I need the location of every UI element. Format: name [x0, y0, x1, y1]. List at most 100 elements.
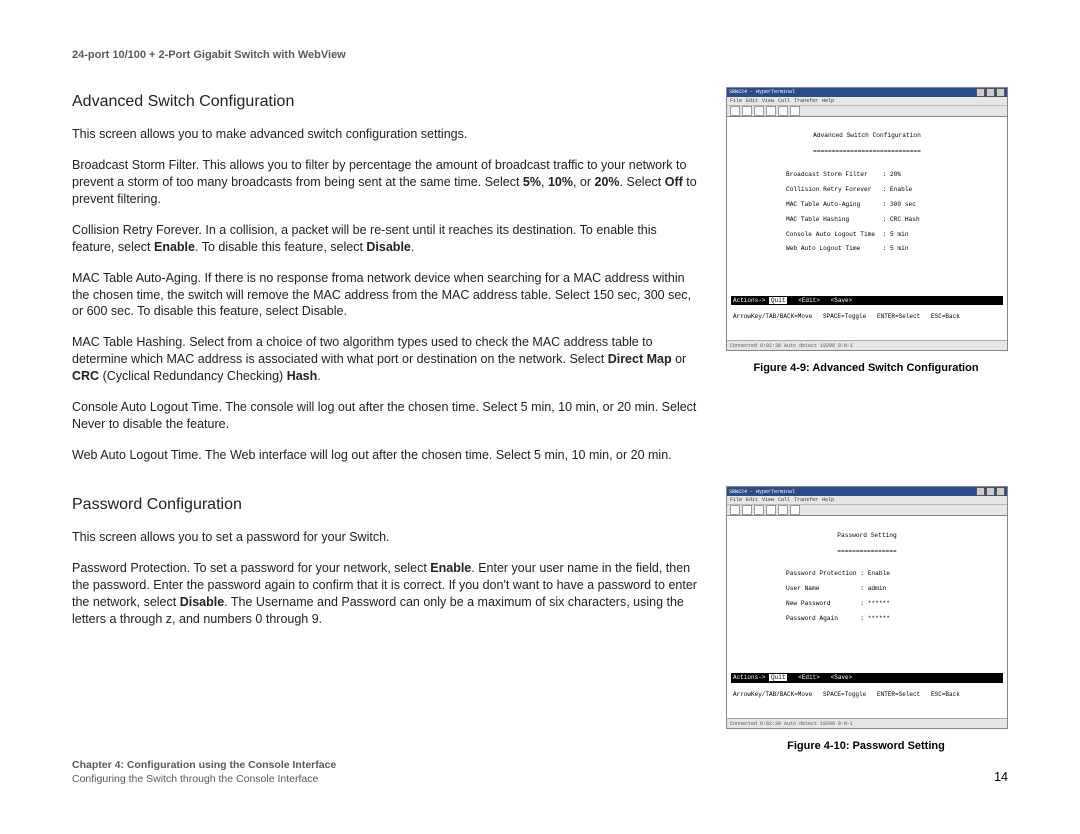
- window-title: SRW224 - HyperTerminal: [729, 89, 795, 95]
- menu-item: View: [762, 98, 774, 104]
- terminal-heading: Password Setting: [731, 532, 1003, 539]
- text: ,: [541, 175, 548, 189]
- figure-caption: Figure 4-10: Password Setting: [726, 739, 1006, 754]
- maximize-icon: [986, 88, 995, 97]
- hint-bar: ArrowKey/TAB/BACK=Move SPACE=Toggle ENTE…: [731, 690, 1003, 699]
- tool-icon: [754, 106, 764, 116]
- menu-item: Call: [778, 497, 790, 503]
- tool-icon: [730, 505, 740, 515]
- adv-p3: Collision Retry Forever. In a collision,…: [72, 222, 702, 256]
- pw-p2: Password Protection. To set a password f…: [72, 560, 702, 628]
- tool-icon: [790, 106, 800, 116]
- content-row: Advanced Switch Configuration This scree…: [72, 87, 1008, 784]
- minimize-icon: [976, 487, 985, 496]
- bold-text: 20%: [595, 175, 620, 189]
- heading-advanced: Advanced Switch Configuration: [72, 91, 702, 113]
- tool-icon: [778, 106, 788, 116]
- close-icon: [996, 88, 1005, 97]
- config-row: Web Auto Logout Time : 5 min: [731, 245, 1003, 252]
- action-bar: Actions-> Quit <Edit> <Save>: [731, 673, 1003, 682]
- menu-item: Help: [822, 98, 834, 104]
- menu-item: Help: [822, 497, 834, 503]
- footer-left: Chapter 4: Configuration using the Conso…: [72, 758, 336, 786]
- pw-p1: This screen allows you to set a password…: [72, 529, 702, 546]
- window-titlebar: SRW224 - HyperTerminal: [727, 88, 1007, 97]
- config-row: MAC Table Hashing : CRC Hash: [731, 216, 1003, 223]
- menu-item: View: [762, 497, 774, 503]
- text: .: [317, 369, 320, 383]
- hint-bar: ArrowKey/TAB/BACK=Move SPACE=Toggle ENTE…: [731, 312, 1003, 321]
- window-titlebar: SRW224 - HyperTerminal: [727, 487, 1007, 496]
- action-bar: Actions-> Quit <Edit> <Save>: [731, 296, 1003, 305]
- config-row: Password Protection : Enable: [731, 570, 1003, 577]
- window-buttons: [976, 88, 1005, 97]
- minimize-icon: [976, 88, 985, 97]
- text: MAC Table Hashing. Select from a choice …: [72, 335, 653, 366]
- page-footer: Chapter 4: Configuration using the Conso…: [72, 758, 1008, 786]
- footer-subsection: Configuring the Switch through the Conso…: [72, 772, 336, 786]
- config-row: User Name : admin: [731, 585, 1003, 592]
- terminal-underline: =============================: [731, 148, 1003, 155]
- figure-caption: Figure 4-9: Advanced Switch Configuratio…: [726, 361, 1006, 376]
- tool-icon: [778, 505, 788, 515]
- text: (Cyclical Redundancy Checking): [99, 369, 287, 383]
- tool-icon: [742, 505, 752, 515]
- tool-icon: [766, 106, 776, 116]
- config-row: Broadcast Storm Filter : 20%: [731, 171, 1003, 178]
- text: . Select: [620, 175, 665, 189]
- status-bar: Connected 0:02:39 Auto detect 19200 8-N-…: [727, 718, 1007, 728]
- terminal-window: SRW224 - HyperTerminal File Edit View Ca…: [726, 87, 1008, 352]
- terminal-body: Password Setting ================ Passwo…: [727, 516, 1007, 718]
- action-edit: <Edit>: [798, 674, 820, 681]
- spacer: [731, 260, 1003, 288]
- adv-p6: Console Auto Logout Time. The console wi…: [72, 399, 702, 433]
- adv-p5: MAC Table Hashing. Select from a choice …: [72, 334, 702, 385]
- adv-p7: Web Auto Logout Time. The Web interface …: [72, 447, 702, 464]
- config-row: Password Again : ******: [731, 615, 1003, 622]
- menu-item: Transfer: [794, 497, 818, 503]
- toolbar: [727, 105, 1007, 117]
- adv-p1: This screen allows you to make advanced …: [72, 126, 702, 143]
- figure-column: SRW224 - HyperTerminal File Edit View Ca…: [726, 87, 1008, 784]
- menu-bar: File Edit View Call Transfer Help: [727, 97, 1007, 105]
- menu-item: Transfer: [794, 98, 818, 104]
- bold-text: Disable: [366, 240, 410, 254]
- bold-text: Off: [665, 175, 683, 189]
- adv-p4: MAC Table Auto-Aging. If there is no res…: [72, 270, 702, 321]
- tool-icon: [754, 505, 764, 515]
- bold-text: CRC: [72, 369, 99, 383]
- figure-4-9: SRW224 - HyperTerminal File Edit View Ca…: [726, 87, 1008, 376]
- tool-icon: [766, 505, 776, 515]
- tool-icon: [790, 505, 800, 515]
- text: , or: [573, 175, 595, 189]
- action-edit: <Edit>: [798, 297, 820, 304]
- tool-icon: [742, 106, 752, 116]
- bold-text: Enable: [430, 561, 471, 575]
- text: Password Protection. To set a password f…: [72, 561, 430, 575]
- action-save: <Save>: [831, 674, 853, 681]
- menu-bar: File Edit View Call Transfer Help: [727, 496, 1007, 504]
- heading-password: Password Configuration: [72, 494, 702, 516]
- config-row: MAC Table Auto-Aging : 300 sec: [731, 201, 1003, 208]
- action-save: <Save>: [831, 297, 853, 304]
- bold-text: Direct Map: [608, 352, 672, 366]
- bold-text: Hash: [287, 369, 318, 383]
- bold-text: Disable: [180, 595, 224, 609]
- figure-4-10: SRW224 - HyperTerminal File Edit View Ca…: [726, 486, 1008, 754]
- footer-chapter: Chapter 4: Configuration using the Conso…: [72, 758, 336, 772]
- config-row: New Password : ******: [731, 600, 1003, 607]
- bold-text: 5%: [523, 175, 541, 189]
- terminal-heading: Advanced Switch Configuration: [731, 132, 1003, 139]
- terminal-body: Advanced Switch Configuration ==========…: [727, 117, 1007, 341]
- config-row: Console Auto Logout Time : 5 min: [731, 231, 1003, 238]
- config-row: Collision Retry Forever : Enable: [731, 186, 1003, 193]
- text: or: [672, 352, 687, 366]
- main-column: Advanced Switch Configuration This scree…: [72, 87, 702, 784]
- action-quit: Quit: [769, 297, 787, 304]
- close-icon: [996, 487, 1005, 496]
- terminal-underline: ================: [731, 548, 1003, 555]
- bold-text: 10%: [548, 175, 573, 189]
- spacer: [731, 630, 1003, 666]
- document-page: 24-port 10/100 + 2-Port Gigabit Switch w…: [0, 0, 1080, 834]
- page-number: 14: [994, 769, 1008, 786]
